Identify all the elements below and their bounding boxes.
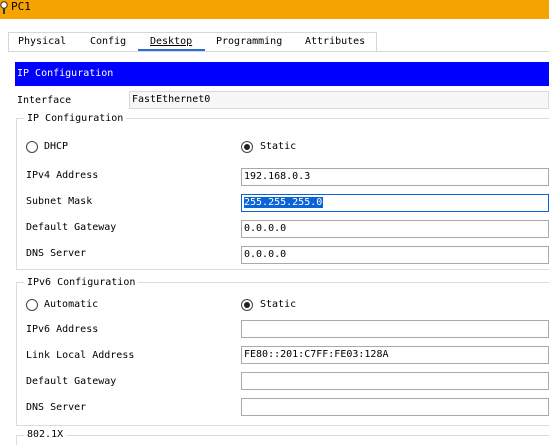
link-local-address-input[interactable]: FE80::201:C7FF:FE03:128A [241, 346, 549, 364]
subnet-mask-value: 255.255.255.0 [244, 197, 324, 208]
ipv4-address-input[interactable]: 192.168.0.3 [241, 168, 549, 186]
interface-select[interactable]: FastEthernet0 [129, 91, 549, 109]
dhcp-radio[interactable] [26, 141, 38, 153]
ipv6-legend: IPv6 Configuration [24, 276, 139, 290]
radio-selected-dot [244, 302, 250, 308]
tab-physical[interactable]: Physical [18, 35, 66, 49]
ipv6-static-radio[interactable] [241, 299, 253, 311]
ipv6-dns-label: DNS Server [26, 402, 87, 413]
subnet-mask-input[interactable]: 255.255.255.0 [241, 194, 549, 212]
ipv4-gateway-label: Default Gateway [26, 222, 117, 233]
ipv4-dns-label: DNS Server [26, 248, 87, 259]
dot1x-group [16, 435, 549, 445]
dhcp-label[interactable]: DHCP [44, 140, 68, 154]
header-title: IP Configuration [17, 68, 114, 79]
tab-desktop[interactable]: Desktop [150, 35, 192, 49]
ipv4-dns-value: 0.0.0.0 [244, 249, 287, 260]
tab-content-divider [8, 51, 549, 52]
tab-programming[interactable]: Programming [216, 35, 282, 49]
ipv4-gateway-input[interactable]: 0.0.0.0 [241, 220, 549, 238]
interface-value: FastEthernet0 [132, 94, 211, 105]
tab-attributes[interactable]: Attributes [305, 35, 365, 49]
ipv4-address-value: 192.168.0.3 [244, 171, 311, 182]
dot1x-legend: 802.1X [24, 428, 67, 442]
ipv6-gateway-label: Default Gateway [26, 376, 117, 387]
ipv4-address-label: IPv4 Address [26, 170, 99, 181]
radio-selected-dot [244, 144, 250, 150]
tab-config[interactable]: Config [90, 35, 126, 49]
window-title: PC1 [11, 0, 31, 13]
title-bar: PC1 [0, 0, 549, 19]
interface-label: Interface [17, 95, 72, 106]
ipv4-legend: IP Configuration [24, 112, 127, 126]
ipv6-automatic-radio[interactable] [26, 299, 38, 311]
subnet-mask-label: Subnet Mask [26, 196, 93, 207]
ipv6-static-label[interactable]: Static [260, 298, 296, 312]
ipv4-gateway-value: 0.0.0.0 [244, 223, 287, 234]
ipv6-dns-input[interactable] [241, 398, 549, 416]
ipv6-gateway-input[interactable] [241, 372, 549, 390]
link-local-address-label: Link Local Address [26, 350, 135, 361]
pc-icon [0, 1, 8, 14]
ipv4-static-label[interactable]: Static [260, 140, 296, 154]
ipv6-automatic-label[interactable]: Automatic [44, 298, 98, 312]
ipv4-static-radio[interactable] [241, 141, 253, 153]
ipv4-dns-input[interactable]: 0.0.0.0 [241, 246, 549, 264]
ipv6-address-input[interactable] [241, 320, 549, 338]
ip-configuration-header: IP Configuration [15, 62, 549, 86]
link-local-address-value: FE80::201:C7FF:FE03:128A [244, 349, 389, 360]
ipv6-address-label: IPv6 Address [26, 324, 99, 335]
